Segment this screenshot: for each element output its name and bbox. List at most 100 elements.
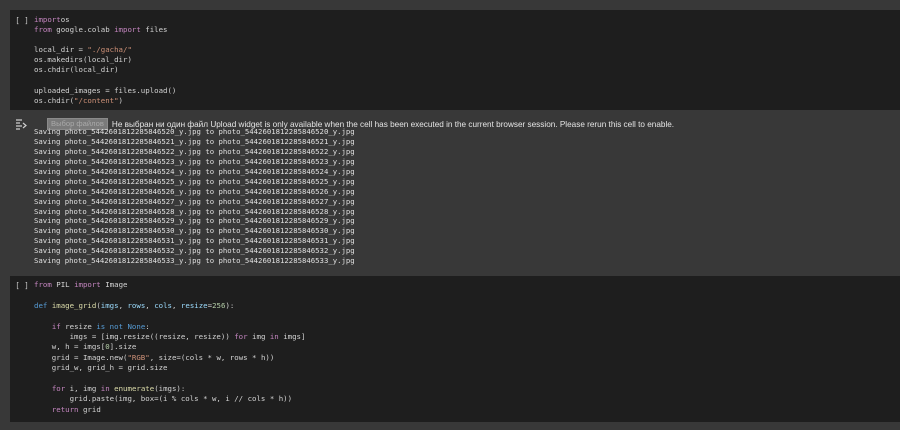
code-token: None [127, 321, 146, 331]
code-line: from google.colab import files [34, 25, 900, 35]
saving-line: Saving photo_5442601812285846525_y.jpg t… [34, 176, 355, 186]
code-editor[interactable]: from PIL import Image def image_grid(img… [34, 280, 900, 415]
code-token: imgs = [img.resize((resize, resize)) [34, 331, 235, 341]
code-token: ) [118, 95, 123, 105]
code-token: os [60, 15, 70, 24]
code-token: "./gacha/" [87, 45, 132, 55]
code-token: grid = Image.new( [34, 352, 128, 362]
code-token: in [269, 331, 279, 341]
code-token: google.colab [51, 25, 115, 35]
code-token: def [34, 300, 48, 310]
code-line: importos [34, 15, 900, 25]
code-token: w, h = imgs[ [34, 342, 106, 352]
code-token: cols [154, 300, 173, 310]
run-cell-button[interactable]: [ ] [10, 16, 34, 25]
cell-output: Выбор файлов Не выбран ни один файл Uplo… [10, 112, 900, 270]
code-token: imgs [100, 300, 119, 310]
code-token: "RGB" [127, 352, 150, 362]
code-token: , [172, 300, 181, 310]
code-token: os.makedirs(local_dir) [34, 55, 132, 65]
code-line: uploaded_images = files.upload() [34, 86, 900, 96]
code-line: return grid [34, 405, 900, 415]
code-token: PIL [51, 280, 75, 289]
code-token: Image [100, 280, 128, 289]
code-token: for [51, 383, 66, 393]
saving-line: Saving photo_5442601812285846533_y.jpg t… [34, 256, 355, 266]
code-token: grid [78, 404, 101, 414]
code-token: import [74, 280, 101, 289]
code-line: w, h = imgs[0].size [34, 342, 900, 352]
code-token: uploaded_images = files.upload() [34, 85, 177, 95]
code-token: img [247, 331, 270, 341]
code-token: rows [127, 300, 146, 310]
code-line: if resize is not None: [34, 322, 900, 332]
code-line: local_dir = "./gacha/" [34, 45, 900, 55]
saving-log: Saving photo_5442601812285846520_y.jpg t… [34, 127, 900, 266]
run-cell-1-label[interactable]: [ ] [15, 16, 29, 25]
saving-line: Saving photo_5442601812285846532_y.jpg t… [34, 246, 355, 256]
code-line: os.chdir("/content") [34, 96, 900, 106]
code-token: 256 [212, 300, 226, 310]
code-token: , [145, 300, 155, 310]
code-line: grid_w, grid_h = grid.size [34, 363, 900, 373]
code-token: if [51, 321, 61, 331]
code-token: local_dir = [34, 45, 88, 55]
code-token: resize [180, 300, 208, 310]
saving-line: Saving photo_5442601812285846524_y.jpg t… [34, 166, 355, 176]
saving-line: Saving photo_5442601812285846527_y.jpg t… [34, 196, 355, 206]
code-token: import [34, 15, 61, 24]
code-token: , size=(cols * w, rows * h)) [149, 352, 275, 362]
saving-line: Saving photo_5442601812285846531_y.jpg t… [34, 236, 355, 246]
code-token: import [114, 25, 141, 35]
code-token: files [140, 25, 168, 35]
saving-line: Saving photo_5442601812285846522_y.jpg t… [34, 146, 355, 156]
code-token: imgs] [278, 331, 306, 341]
code-cell-1[interactable]: [ ] importos from google.colab import fil… [10, 10, 900, 110]
code-line: os.chdir(local_dir) [34, 65, 900, 75]
saving-line: Saving photo_5442601812285846523_y.jpg t… [34, 156, 355, 166]
saving-line: Saving photo_5442601812285846529_y.jpg t… [34, 216, 355, 226]
code-token: enumerate [114, 383, 155, 393]
code-token: i, img [65, 383, 101, 393]
code-token: from [34, 25, 52, 35]
code-token: grid.paste(img, box=(i % cols * w, i // … [34, 394, 293, 404]
code-token: : [145, 321, 150, 331]
code-line: from PIL import Image [34, 280, 900, 290]
code-token: for [234, 331, 248, 341]
code-line: def image_grid(imgs, rows, cols, resize=… [34, 301, 900, 311]
saving-line: Saving photo_5442601812285846528_y.jpg t… [34, 206, 355, 216]
code-token: grid_w, grid_h = grid.size [34, 363, 168, 373]
code-line: for i, img in enumerate(imgs): [34, 384, 900, 394]
code-line: grid = Image.new("RGB", size=(cols * w, … [34, 353, 900, 363]
code-token: from [34, 280, 52, 289]
code-editor[interactable]: importos from google.colab import files l… [34, 15, 900, 106]
run-cell-button[interactable]: [ ] [10, 281, 34, 290]
code-token: in [100, 383, 110, 393]
run-cell-2-label[interactable]: [ ] [15, 281, 29, 290]
code-token: ].size [109, 342, 137, 352]
code-cell-2[interactable]: [ ] from PIL import Image def image_grid… [10, 276, 900, 422]
saving-line: Saving photo_5442601812285846520_y.jpg t… [34, 127, 355, 136]
code-token: (imgs): [154, 383, 186, 393]
code-line: os.makedirs(local_dir) [34, 55, 900, 65]
code-token: is not [96, 321, 124, 331]
code-token: image_grid [51, 300, 97, 310]
saving-line: Saving photo_5442601812285846521_y.jpg t… [34, 136, 355, 146]
code-token: "/content" [74, 95, 119, 105]
saving-line: Saving photo_5442601812285846530_y.jpg t… [34, 226, 355, 236]
code-token: os.chdir( [34, 95, 75, 105]
code-token: os.chdir(local_dir) [34, 65, 119, 75]
saving-line: Saving photo_5442601812285846526_y.jpg t… [34, 186, 355, 196]
code-token: resize [60, 321, 97, 331]
code-line: grid.paste(img, box=(i % cols * w, i // … [34, 394, 900, 404]
output-toggle-icon[interactable] [14, 116, 28, 130]
code-token: return [51, 404, 79, 414]
